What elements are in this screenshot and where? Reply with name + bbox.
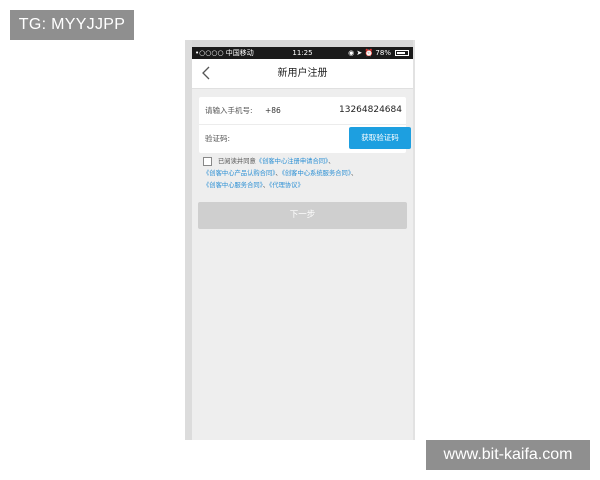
page-title: 新用户注册: [277, 68, 328, 79]
country-code[interactable]: +86: [265, 97, 281, 124]
status-bar: •○○○○ 中国移动 11:25 ◉ ➤ ⏰ 78%: [192, 47, 413, 59]
get-code-button[interactable]: 获取验证码: [349, 127, 411, 149]
phone-row: 请输入手机号: +86 13264824684: [199, 97, 406, 125]
verification-code-input[interactable]: [243, 131, 343, 147]
watermark-bottom: www.bit-kaifa.com: [426, 440, 590, 470]
separator: 、: [350, 170, 358, 177]
battery-fill: [397, 52, 405, 54]
battery-icon: [395, 50, 409, 56]
phone-right-edge: [413, 40, 415, 440]
phone-top-edge: [192, 40, 413, 47]
code-label: 验证码:: [205, 134, 231, 143]
watermark-top: TG: MYYJJPP: [10, 10, 134, 40]
status-indicators: ◉ ➤ ⏰ 78%: [348, 49, 391, 57]
link-system-service-contract[interactable]: 《创客中心系统服务合同》: [282, 170, 351, 177]
agreement-line-3: 《创客中心服务合同》、《代理协议》: [203, 179, 304, 192]
link-service-contract[interactable]: 《创客中心服务合同》: [203, 182, 263, 189]
link-product-contract[interactable]: 《创客中心产品认购合同》: [203, 170, 275, 177]
nav-bar: 新用户注册: [192, 59, 413, 89]
phone-left-edge: [185, 40, 192, 440]
separator: 、: [328, 158, 335, 165]
agreement-checkbox[interactable]: [203, 157, 212, 166]
phone-number-field[interactable]: 13264824684: [339, 97, 402, 124]
agreement-prefix: 已阅读并同意: [218, 158, 256, 165]
link-registration-contract[interactable]: 《创客中心注册申请合同》: [256, 158, 328, 165]
link-agency-agreement[interactable]: 《代理协议》: [269, 182, 304, 189]
registration-form: 请输入手机号: +86 13264824684 验证码: 获取验证码: [199, 97, 411, 153]
code-row: 验证码: 获取验证码: [199, 125, 411, 153]
page: •○○○○ 中国移动 11:25 ◉ ➤ ⏰ 78% 新用户注册 请输入手机号:…: [0, 0, 600, 480]
phone-label: 请输入手机号:: [205, 106, 253, 115]
next-step-button[interactable]: 下一步: [198, 202, 407, 229]
phone-screen: •○○○○ 中国移动 11:25 ◉ ➤ ⏰ 78% 新用户注册 请输入手机号:…: [192, 47, 413, 440]
